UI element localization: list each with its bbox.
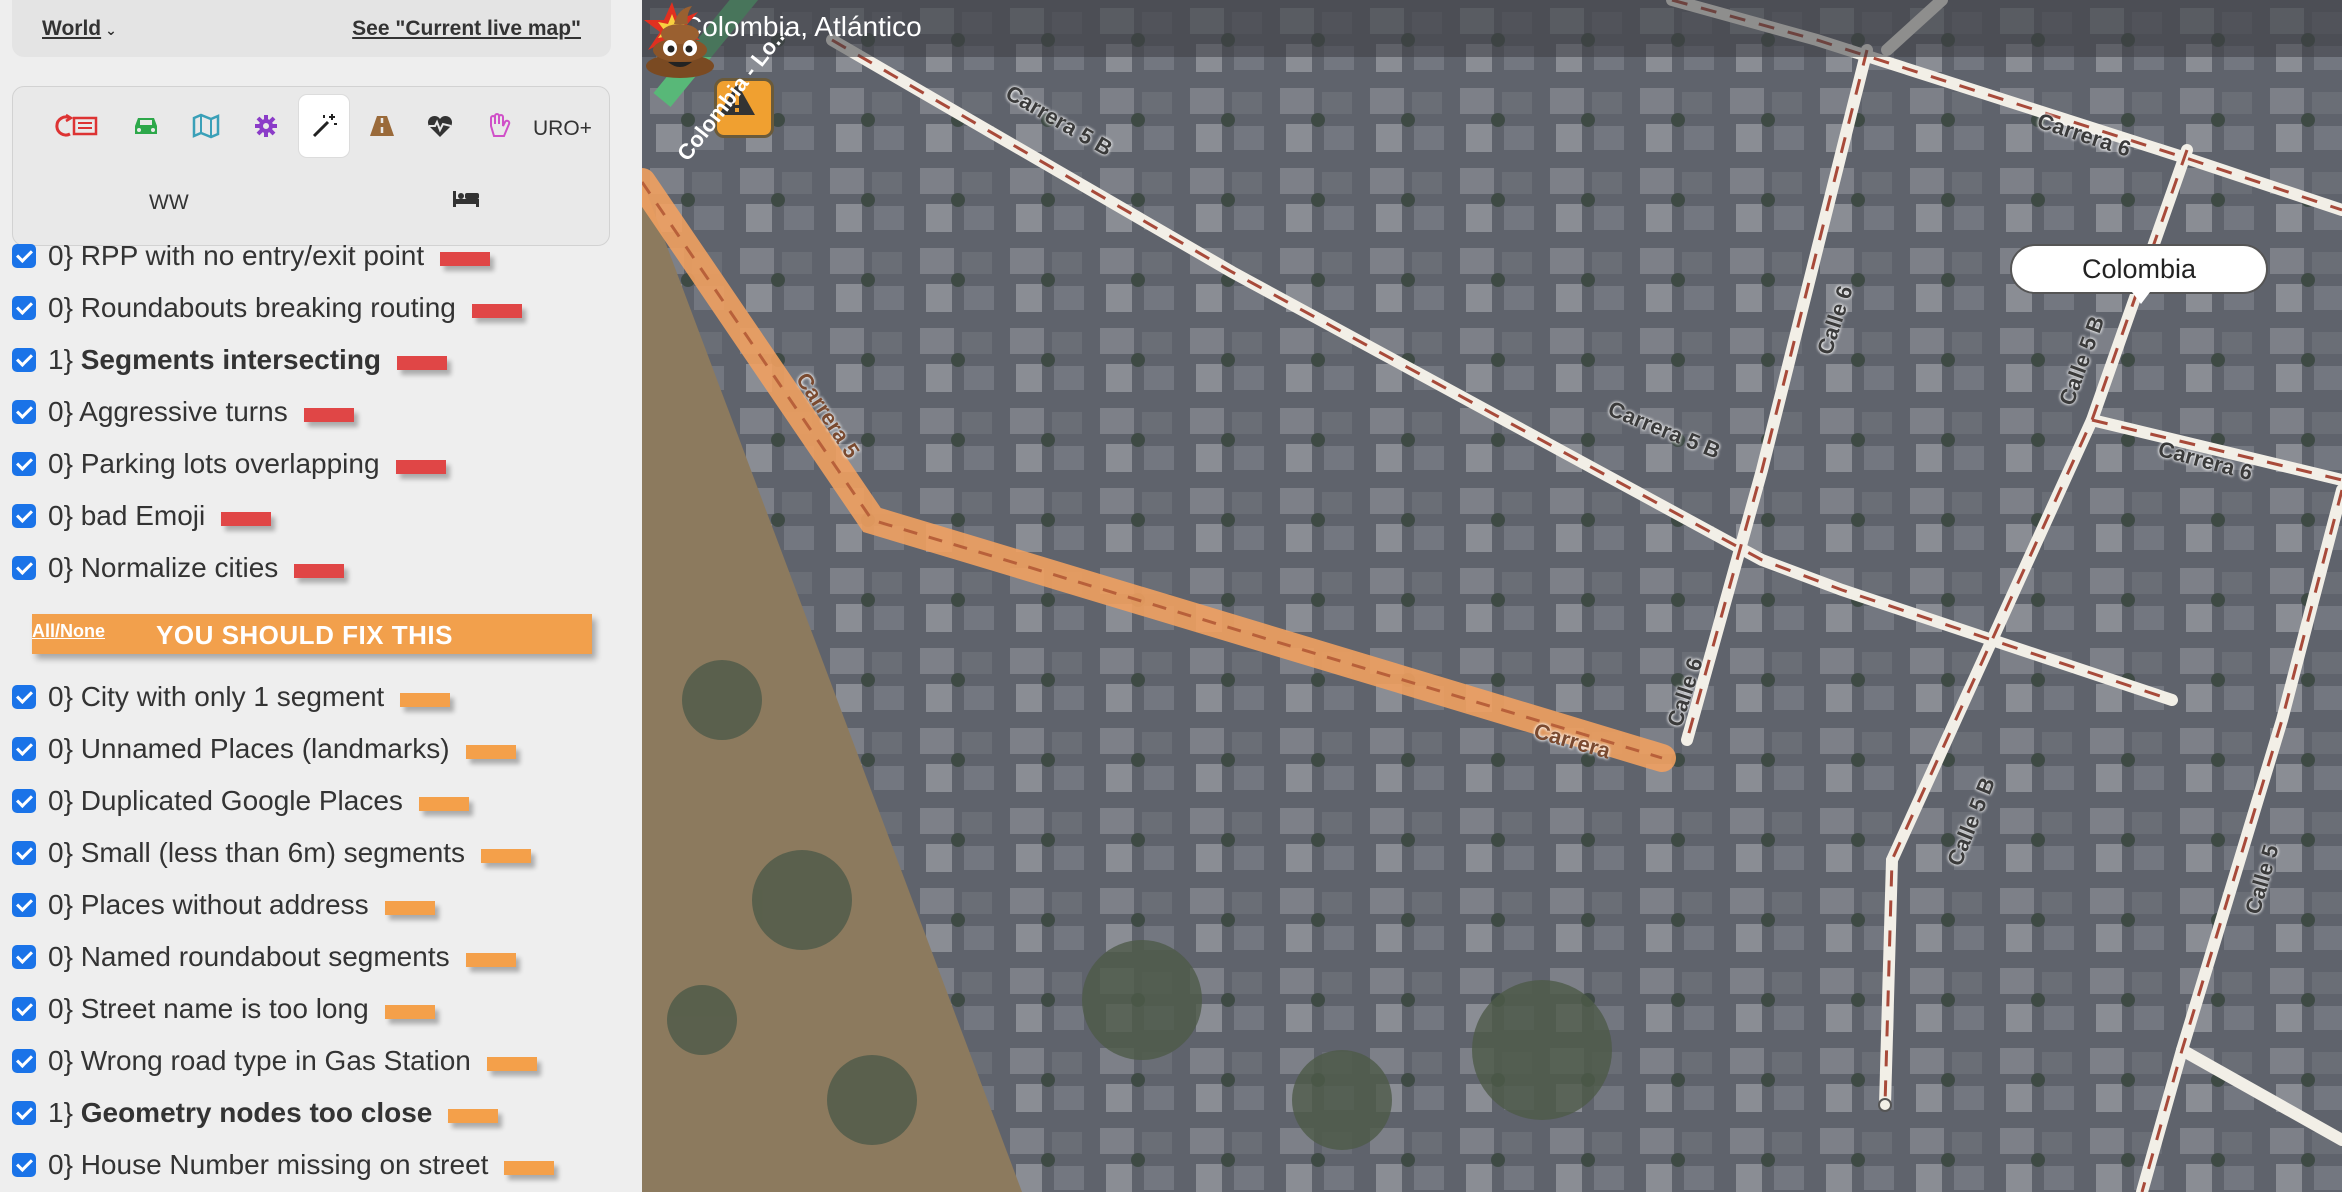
checkbox[interactable] xyxy=(12,348,36,372)
sidebar: World ⌄ See "Current live map" URO+ WW 0… xyxy=(0,0,642,1192)
checkbox[interactable] xyxy=(12,685,36,709)
check-label: 0} bad Emoji xyxy=(48,500,206,531)
checkbox[interactable] xyxy=(12,504,36,528)
severity-bar xyxy=(418,797,469,811)
checkbox[interactable] xyxy=(12,997,36,1021)
check-bad-emoji[interactable]: 0} bad Emoji xyxy=(12,496,272,536)
check-label: 0} Unnamed Places (landmarks) xyxy=(48,733,450,764)
check-rpp-entry-exit[interactable]: 0} RPP with no entry/exit point xyxy=(12,236,491,276)
severity-bar xyxy=(384,901,435,915)
check-label: 0} Small (less than 6m) segments xyxy=(48,837,466,868)
hand-icon[interactable] xyxy=(473,95,523,157)
world-dropdown-label: World xyxy=(42,17,102,40)
check-label: 0} RPP with no entry/exit point xyxy=(48,240,425,271)
check-label: 0} Street name is too long xyxy=(48,993,369,1024)
checkbox[interactable] xyxy=(12,296,36,320)
check-roundabouts-routing[interactable]: 0} Roundabouts breaking routing xyxy=(12,288,522,328)
check-label: Geometry nodes too close xyxy=(80,1097,433,1128)
check-normalize-cities[interactable]: 0} Normalize cities xyxy=(12,548,345,588)
checkbox[interactable] xyxy=(12,244,36,268)
check-label: Segments intersecting xyxy=(80,344,382,375)
sidebar-header: World ⌄ See "Current live map" xyxy=(12,0,611,57)
check-label: 0} Duplicated Google Places xyxy=(48,785,403,816)
road-icon[interactable] xyxy=(357,95,407,157)
checkbox[interactable] xyxy=(12,400,36,424)
check-wrong-road-type-gas[interactable]: 0} Wrong road type in Gas Station xyxy=(12,1041,537,1081)
script-toolbar: URO+ WW xyxy=(12,86,610,246)
bed-icon[interactable] xyxy=(451,187,481,214)
checkbox[interactable] xyxy=(12,556,36,580)
car-icon[interactable] xyxy=(121,95,171,157)
check-city-one-segment[interactable]: 0} City with only 1 segment xyxy=(12,677,451,717)
checkbox[interactable] xyxy=(12,1049,36,1073)
severity-bar xyxy=(440,252,491,266)
fix-section-banner: All/None YOU SHOULD FIX THIS xyxy=(32,614,592,654)
severity-bar xyxy=(221,512,272,526)
severity-bar xyxy=(303,408,354,422)
severity-bar xyxy=(465,953,516,967)
check-named-roundabout[interactable]: 0} Named roundabout segments xyxy=(12,937,516,977)
severity-bar xyxy=(294,564,345,578)
severity-bar xyxy=(400,693,451,707)
check-label: 0} City with only 1 segment xyxy=(48,681,385,712)
live-map-link[interactable]: See "Current live map" xyxy=(352,17,581,41)
severity-bar xyxy=(397,356,448,370)
map-icon[interactable] xyxy=(181,95,231,157)
severity-bar xyxy=(471,304,522,318)
check-parking-lots[interactable]: 0} Parking lots overlapping xyxy=(12,444,446,484)
checkbox[interactable] xyxy=(12,893,36,917)
severity-bar xyxy=(448,1109,499,1123)
check-geometry-nodes-close[interactable]: 1} Geometry nodes too close xyxy=(12,1093,499,1133)
check-aggressive-turns[interactable]: 0} Aggressive turns xyxy=(12,392,354,432)
heartbeat-icon[interactable] xyxy=(415,95,465,157)
map-view[interactable]: Colombia, Atlántico Colombia Carrera 5 B… xyxy=(642,0,2342,1192)
check-label: 0} Roundabouts breaking routing xyxy=(48,292,456,323)
checkbox[interactable] xyxy=(12,789,36,813)
severity-bar xyxy=(465,745,516,759)
severity-bar xyxy=(395,460,446,474)
satellite-imagery xyxy=(642,0,2342,1192)
checkbox[interactable] xyxy=(12,841,36,865)
checkbox[interactable] xyxy=(12,452,36,476)
country-label-bubble: Colombia xyxy=(2010,244,2268,304)
check-street-name-too-long[interactable]: 0} Street name is too long xyxy=(12,989,435,1029)
check-unnamed-places[interactable]: 0} Unnamed Places (landmarks) xyxy=(12,729,516,769)
ww-tab[interactable]: WW xyxy=(149,191,189,215)
uro-plus-tab[interactable]: URO+ xyxy=(533,117,592,141)
check-label: 0} Wrong road type in Gas Station xyxy=(48,1045,471,1076)
severity-bar xyxy=(384,1005,435,1019)
checkbox[interactable] xyxy=(12,945,36,969)
checkbox[interactable] xyxy=(12,1153,36,1177)
check-label: 0} Parking lots overlapping xyxy=(48,448,380,479)
restart-icon[interactable] xyxy=(53,95,103,157)
poop-emoji-icon[interactable] xyxy=(642,0,718,80)
severity-bar xyxy=(504,1161,555,1175)
gear-icon[interactable] xyxy=(241,95,291,157)
check-count: 1} xyxy=(48,1097,73,1128)
check-small-segments[interactable]: 0} Small (less than 6m) segments xyxy=(12,833,532,873)
check-house-number-missing[interactable]: 0} House Number missing on street xyxy=(12,1145,555,1185)
checkbox[interactable] xyxy=(12,1101,36,1125)
severity-bar xyxy=(486,1057,537,1071)
severity-bar xyxy=(481,849,532,863)
check-label: 0} House Number missing on street xyxy=(48,1149,489,1180)
world-dropdown[interactable]: World ⌄ xyxy=(42,17,117,41)
checkbox[interactable] xyxy=(12,737,36,761)
check-label: 0} Normalize cities xyxy=(48,552,279,583)
fix-section-title: YOU SHOULD FIX THIS xyxy=(156,620,453,650)
map-location-bar: Colombia, Atlántico xyxy=(642,0,2342,57)
check-label: 0} Places without address xyxy=(48,889,369,920)
check-label: 0} Named roundabout segments xyxy=(48,941,450,972)
check-duplicated-google-places[interactable]: 0} Duplicated Google Places xyxy=(12,781,469,821)
check-places-without-address[interactable]: 0} Places without address xyxy=(12,885,435,925)
all-none-toggle[interactable]: All/None xyxy=(32,621,105,642)
check-count: 1} xyxy=(48,344,73,375)
check-segments-intersecting[interactable]: 1} Segments intersecting xyxy=(12,340,448,380)
magic-wand-icon[interactable] xyxy=(299,95,349,157)
check-label: 0} Aggressive turns xyxy=(48,396,288,427)
chevron-down-icon: ⌄ xyxy=(105,22,117,38)
